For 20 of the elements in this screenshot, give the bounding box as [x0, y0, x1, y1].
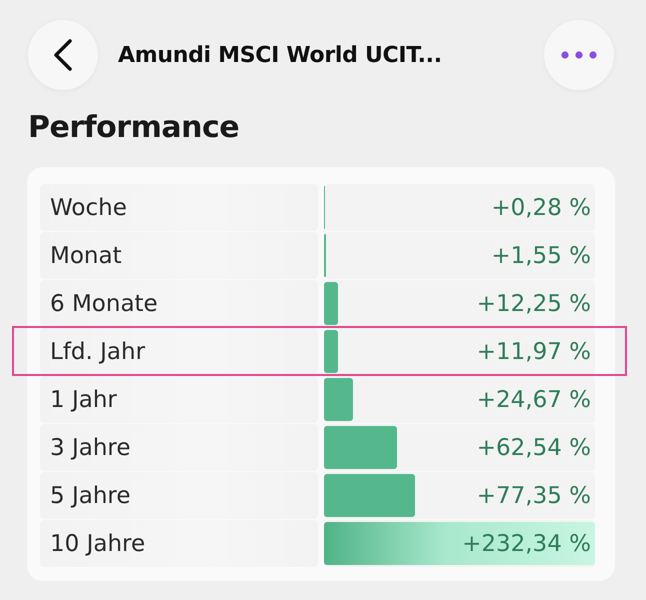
performance-value: +11,97 %: [476, 338, 591, 364]
section-title: Performance: [28, 110, 240, 145]
period-label: Woche: [40, 184, 318, 231]
performance-value: +12,25 %: [476, 290, 591, 316]
period-label: 10 Jahre: [40, 520, 318, 567]
header-title: Amundi MSCI World UCIT...: [118, 42, 443, 68]
performance-value: +24,67 %: [476, 386, 591, 412]
performance-value: +62,54 %: [476, 434, 591, 460]
period-label: 5 Jahre: [40, 472, 318, 519]
period-label: 1 Jahr: [40, 376, 318, 423]
period-label: Lfd. Jahr: [40, 328, 318, 375]
period-label: 6 Monate: [40, 280, 318, 327]
period-label: 3 Jahre: [40, 424, 318, 471]
more-icon: [561, 51, 597, 59]
back-icon: [53, 38, 73, 72]
period-label: Monat: [40, 232, 318, 279]
performance-value: +77,35 %: [476, 482, 591, 508]
performance-value: +232,34 %: [462, 530, 591, 556]
performance-value: +0,28 %: [491, 194, 591, 220]
performance-value: +1,55 %: [491, 242, 591, 268]
